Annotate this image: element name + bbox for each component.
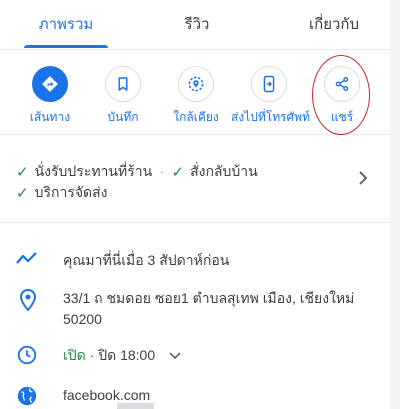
check-icon: ✓ (171, 164, 185, 181)
trend-icon (16, 252, 37, 264)
tab-overview[interactable]: ภาพรวม (24, 0, 108, 49)
nearby-label: ใกล้เคียง (173, 110, 219, 124)
horizontal-scrollbar-thumb[interactable] (117, 403, 154, 409)
closing-time: · ปิด 18:00 (85, 347, 156, 363)
tab-about[interactable]: เกี่ยวกับ (288, 0, 380, 49)
nearby-icon (178, 66, 214, 102)
service-line-1: ✓ นั่งรับประทานที่ร้าน · ✓ สั่งกลับบ้าน (16, 161, 258, 183)
website-row[interactable]: facebook.com (0, 385, 390, 407)
service-options[interactable]: ✓ นั่งรับประทานที่ร้าน · ✓ สั่งกลับบ้าน … (0, 135, 390, 223)
takeout-text: สั่งกลับบ้าน (190, 163, 258, 179)
send-to-phone-label: ส่งไปที่โทรศัพท์ (231, 110, 310, 124)
address-line-1: 33/1 ถ ชมดอย ซอย1 ตำบลสุเทพ เมือง, เชียง… (63, 290, 355, 306)
tab-reviews[interactable]: รีวิว (152, 0, 242, 49)
address-row[interactable]: 33/1 ถ ชมดอย ซอย1 ตำบลสุเทพ เมือง, เชียง… (0, 288, 390, 334)
save-button[interactable]: บันทึก (85, 66, 161, 127)
chevron-down-icon[interactable] (169, 352, 181, 360)
delivery-text: บริการจัดส่ง (34, 184, 108, 200)
send-to-phone-icon (251, 66, 287, 102)
vertical-scrollbar[interactable] (390, 0, 400, 409)
visit-note: คุณมาที่นี่เมื่อ 3 สัปดาห์ก่อน (63, 252, 230, 268)
globe-icon (17, 386, 37, 406)
directions-label: เส้นทาง (29, 110, 71, 124)
directions-icon (32, 66, 68, 102)
bookmark-icon (105, 66, 141, 102)
annotation-circle (312, 55, 370, 135)
separator-dot: · (160, 166, 164, 178)
save-label: บันทึก (107, 110, 139, 124)
open-status: เปิด (63, 347, 86, 363)
hours-row[interactable]: เปิด · ปิด 18:00 (0, 344, 390, 368)
service-line-2: ✓ บริการจัดส่ง (16, 182, 108, 204)
clock-icon (17, 345, 37, 365)
check-icon: ✓ (16, 185, 29, 202)
tab-bar: ภาพรวม รีวิว เกี่ยวกับ (0, 0, 390, 50)
check-icon: ✓ (16, 164, 29, 181)
hours-text: เปิด · ปิด 18:00 (63, 345, 181, 366)
directions-button[interactable]: เส้นทาง (12, 66, 88, 127)
active-tab-indicator (24, 45, 108, 48)
send-to-phone-button[interactable]: ส่งไปที่โทรศัพท์ (231, 66, 310, 127)
address-line-2: 50200 (63, 311, 102, 327)
dine-in-text: นั่งรับประทานที่ร้าน (34, 163, 153, 179)
visit-history-row[interactable]: คุณมาที่นี่เมื่อ 3 สัปดาห์ก่อน (0, 248, 390, 272)
chevron-right-icon (359, 171, 368, 185)
nearby-button[interactable]: ใกล้เคียง (158, 66, 234, 127)
location-pin-icon (19, 288, 37, 312)
